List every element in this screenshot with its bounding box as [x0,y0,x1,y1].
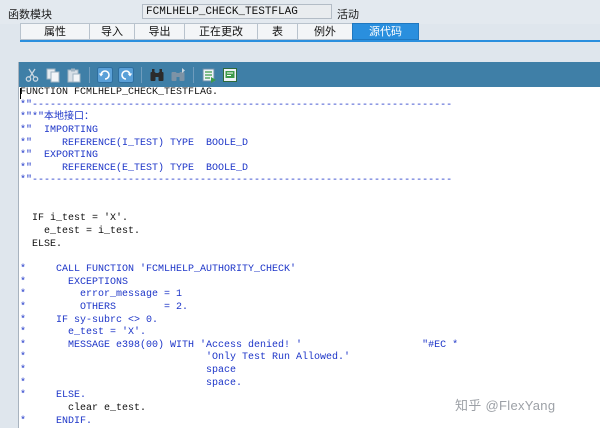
code-line[interactable]: IF i_test = 'X'. [19,213,600,226]
code-line[interactable]: * 'Only Test Run Allowed.' [19,352,600,365]
tab-exceptions[interactable]: 例外 [297,23,352,40]
editor-toolbar [19,62,600,87]
code-line[interactable] [19,251,600,264]
header-bar: 函数模块 FCMLHELP_CHECK_TESTFLAG 活动 [0,0,600,24]
cut-icon[interactable] [23,66,41,84]
copy-icon[interactable] [44,66,62,84]
code-area[interactable]: FUNCTION FCMLHELP_CHECK_TESTFLAG. *"-----… [19,87,600,428]
tab-source-code[interactable]: 源代码 [352,23,419,40]
insert-pattern-icon[interactable] [200,66,218,84]
code-line[interactable]: * space. [19,378,600,391]
toolbar-separator [193,66,194,83]
code-line[interactable]: * OTHERS = 2. [19,302,600,315]
code-line[interactable]: *" REFERENCE(E_TEST) TYPE BOOLE_D [19,163,600,176]
status-label: 活动 [337,9,359,21]
tab-import[interactable]: 导入 [89,23,134,40]
source-code-editor[interactable]: FUNCTION FCMLHELP_CHECK_TESTFLAG. *"-----… [18,62,600,428]
code-line[interactable]: * CALL FUNCTION 'FCMLHELP_AUTHORITY_CHEC… [19,264,600,277]
function-module-name-field[interactable]: FCMLHELP_CHECK_TESTFLAG [142,4,332,19]
paste-icon[interactable] [65,66,83,84]
code-line[interactable]: * e_test = 'X'. [19,327,600,340]
code-line[interactable]: FUNCTION FCMLHELP_CHECK_TESTFLAG. [19,87,600,100]
tab-strip: 属性 导入 导出 正在更改 表 例外 源代码 [20,23,419,41]
code-line[interactable]: *" IMPORTING [19,125,600,138]
find-icon[interactable] [148,66,166,84]
tab-underline [20,40,600,42]
code-line[interactable]: *"--------------------------------------… [19,100,600,113]
code-line[interactable]: * IF sy-subrc <> 0. [19,315,600,328]
code-line[interactable]: *"--------------------------------------… [19,175,600,188]
code-line[interactable]: * space [19,365,600,378]
find-next-icon[interactable] [169,66,187,84]
code-line[interactable]: * error_message = 1 [19,289,600,302]
code-line[interactable]: * EXCEPTIONS [19,277,600,290]
toolbar-separator [141,66,142,83]
watermark: 知乎 @FlexYang [455,398,556,413]
tab-tables[interactable]: 表 [257,23,297,40]
code-line[interactable]: *" EXPORTING [19,150,600,163]
pretty-printer-icon[interactable] [221,66,239,84]
toolbar-separator [89,66,90,83]
code-line[interactable]: *"*"本地接口： [19,112,600,125]
redo-icon[interactable] [117,66,135,84]
code-line[interactable]: e_test = i_test. [19,226,600,239]
code-line[interactable]: ELSE. [19,239,600,252]
tab-changing[interactable]: 正在更改 [184,23,257,40]
tab-attributes[interactable]: 属性 [20,23,89,40]
code-line[interactable]: *" REFERENCE(I_TEST) TYPE BOOLE_D [19,138,600,151]
undo-icon[interactable] [96,66,114,84]
code-line[interactable]: * ENDIF. [19,416,600,428]
code-line[interactable] [19,188,600,201]
tab-export[interactable]: 导出 [134,23,184,40]
text-cursor [20,88,21,99]
code-line[interactable]: * MESSAGE e398(00) WITH 'Access denied! … [19,340,600,353]
code-line[interactable] [19,201,600,214]
function-module-label: 函数模块 [8,9,52,21]
